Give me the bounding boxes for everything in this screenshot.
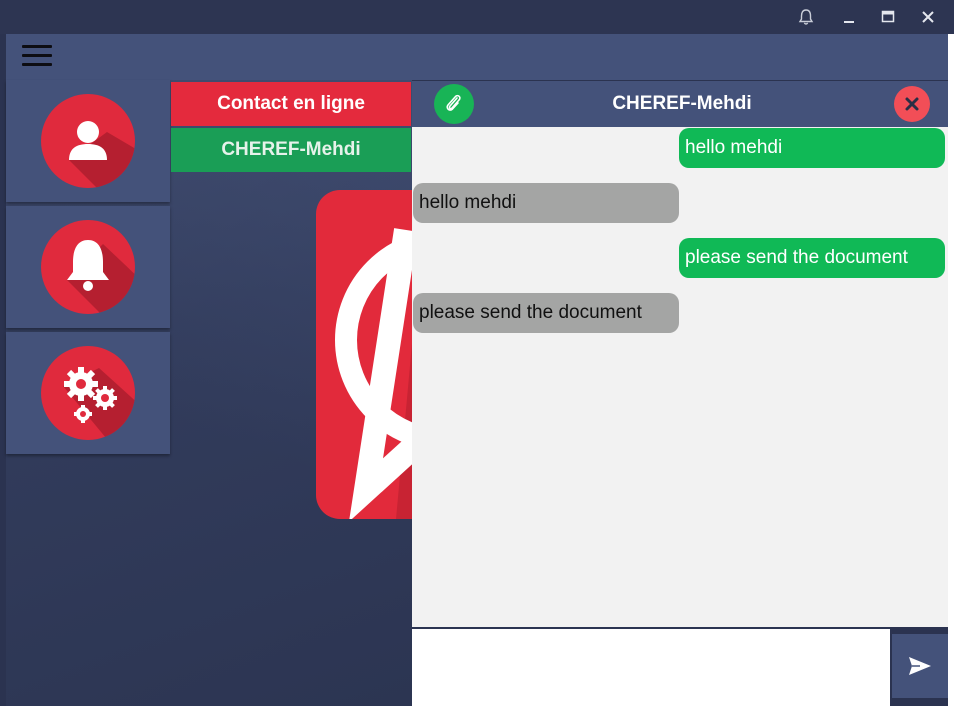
window-edge <box>948 34 954 706</box>
user-icon <box>41 94 135 188</box>
send-button[interactable] <box>892 634 948 698</box>
app-logo <box>316 190 412 519</box>
paperclip-icon[interactable] <box>434 84 474 124</box>
message-outgoing: please send the document <box>679 238 945 278</box>
send-icon <box>909 657 931 675</box>
message-incoming: hello mehdi <box>413 183 679 223</box>
contacts-header: Contact en ligne <box>171 82 411 126</box>
contact-item[interactable]: CHEREF-Mehdi <box>171 128 411 172</box>
close-chat-button[interactable] <box>894 86 930 122</box>
sidebar-item-settings[interactable] <box>6 332 170 454</box>
hamburger-menu-icon[interactable] <box>22 45 52 69</box>
minimize-icon[interactable] <box>837 5 861 29</box>
chat-header: CHEREF-Mehdi <box>412 81 948 127</box>
message-incoming: please send the document <box>413 293 679 333</box>
sidebar-item-contacts[interactable] <box>6 80 170 202</box>
bell-icon[interactable] <box>794 5 818 29</box>
app-bar <box>6 34 948 80</box>
maximize-icon[interactable] <box>876 5 900 29</box>
window-titlebar <box>0 0 954 34</box>
message-list[interactable]: hello mehdi hello mehdi please send the … <box>412 127 948 627</box>
close-icon[interactable] <box>916 5 940 29</box>
message-input[interactable] <box>412 627 890 706</box>
chat-title: CHEREF-Mehdi <box>612 93 752 114</box>
gears-icon <box>41 346 135 440</box>
message-outgoing: hello mehdi <box>679 128 945 168</box>
sidebar-item-notifications[interactable] <box>6 206 170 328</box>
close-icon <box>905 97 919 111</box>
sidebar <box>6 80 170 456</box>
bell-icon <box>41 220 135 314</box>
